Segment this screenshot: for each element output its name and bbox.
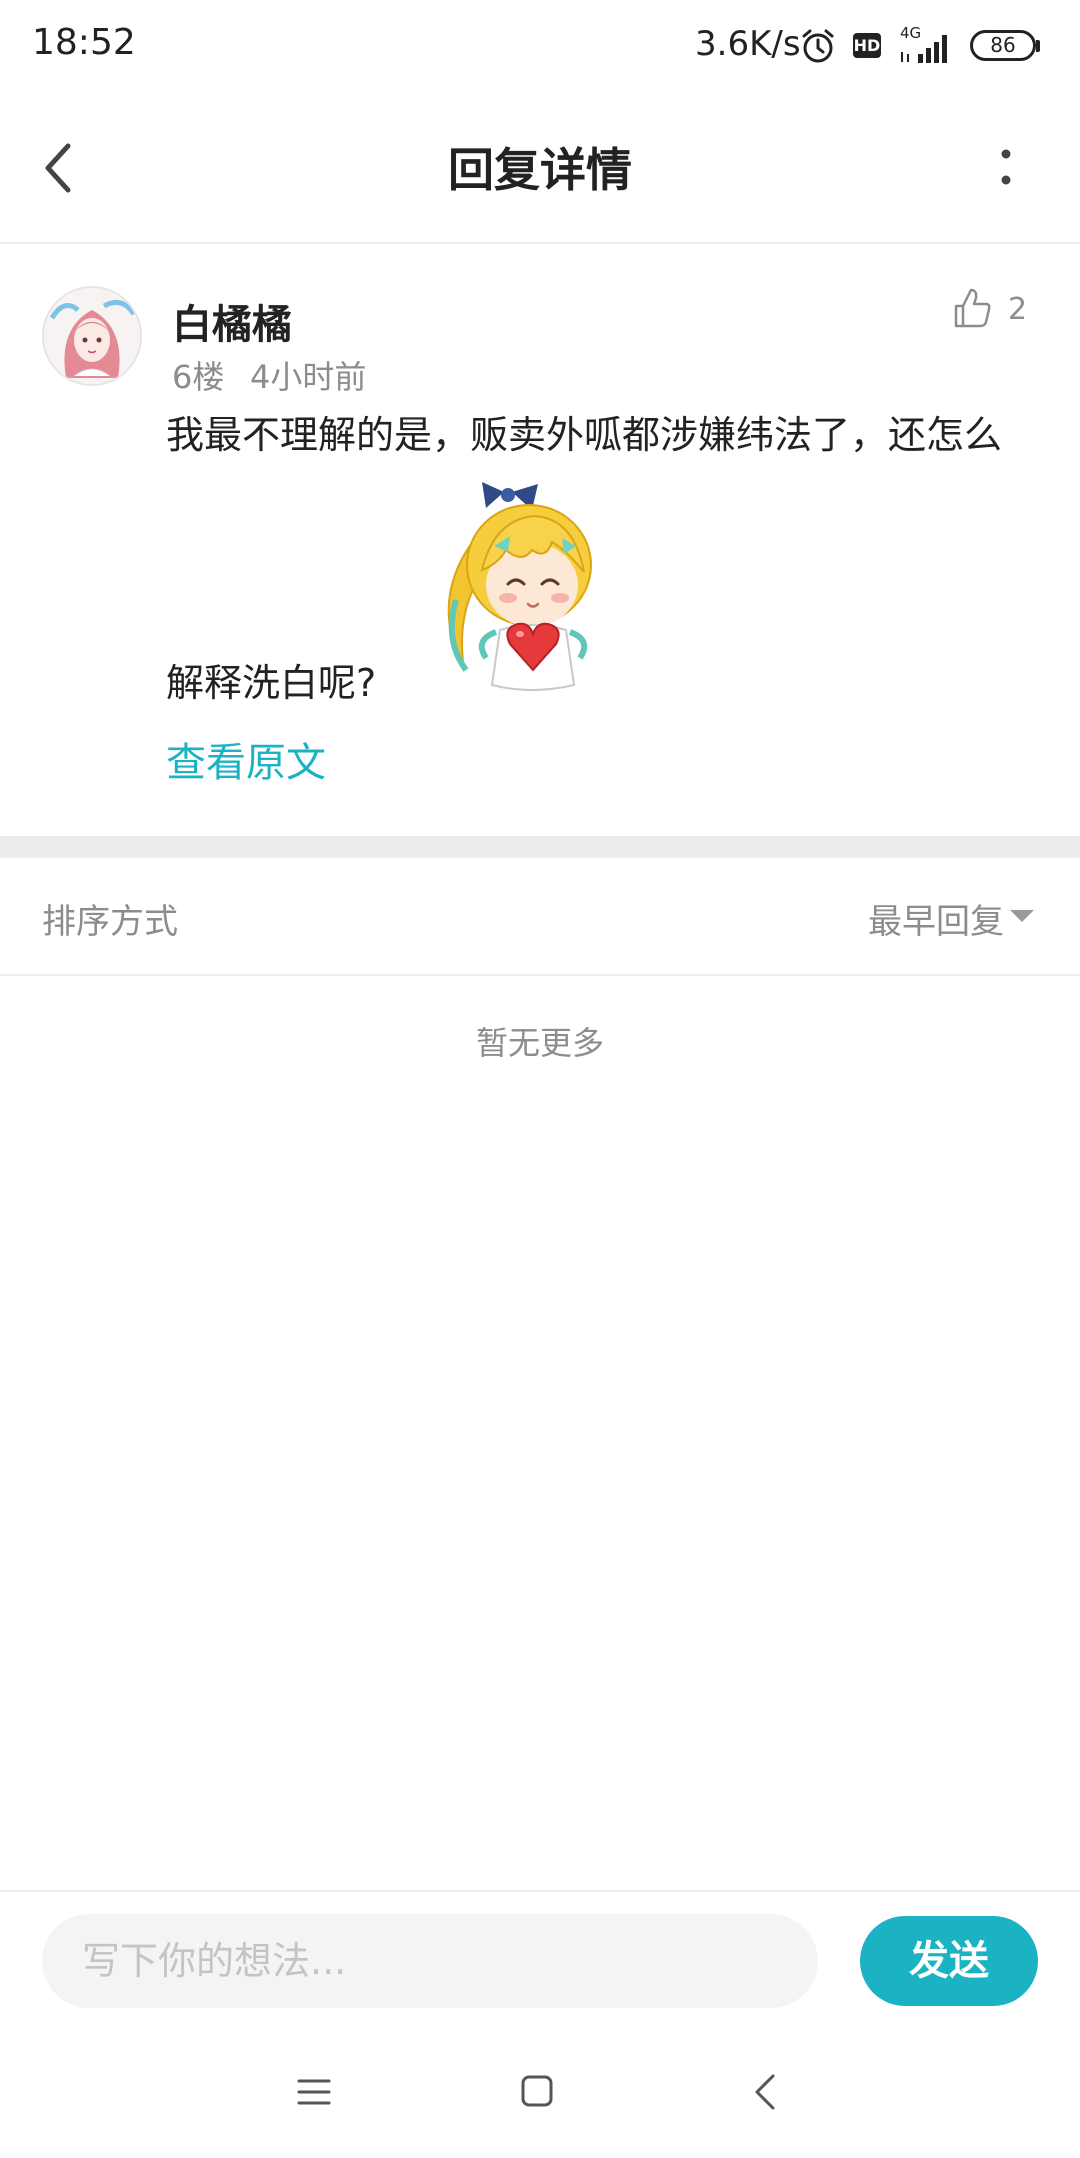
post-text-continued: 解释洗白呢? xyxy=(166,661,377,705)
battery-indicator: 86 xyxy=(970,30,1036,61)
alarm-icon xyxy=(802,29,834,63)
comment-composer: 发送 xyxy=(0,1890,1080,2032)
chevron-down-icon[interactable] xyxy=(1010,910,1034,922)
sort-row: 排序方式 最早回复 xyxy=(0,858,1080,976)
page-title: 回复详情 xyxy=(448,143,632,197)
view-original-link[interactable]: 查看原文 xyxy=(166,730,326,788)
system-nav-bar xyxy=(0,2030,1080,2158)
floor-number: 6楼 xyxy=(172,358,225,396)
signal-icon xyxy=(901,35,947,63)
battery-tip xyxy=(1036,40,1040,52)
network-speed: 3.6K/s xyxy=(695,24,801,64)
status-bar: 18:52 3.6K/s HD 4G 86 xyxy=(0,0,1080,96)
avatar-image xyxy=(44,288,140,384)
sort-dropdown[interactable]: 最早回复 xyxy=(868,894,1004,943)
back-arrow-icon[interactable] xyxy=(40,140,76,196)
top-nav-bar: 回复详情 xyxy=(0,96,1080,244)
system-back-icon[interactable] xyxy=(752,2072,778,2112)
like-count: 2 xyxy=(1008,292,1028,327)
status-time: 18:52 xyxy=(32,22,136,63)
avatar[interactable] xyxy=(42,286,142,386)
send-button[interactable]: 发送 xyxy=(860,1916,1038,2006)
thumbs-up-icon[interactable] xyxy=(952,286,992,330)
home-icon[interactable] xyxy=(520,2074,554,2108)
comment-input[interactable] xyxy=(42,1914,818,2008)
section-divider xyxy=(0,836,1080,858)
username[interactable]: 白橘橘 xyxy=(172,292,292,350)
more-vertical-icon[interactable] xyxy=(996,148,1016,188)
menu-icon[interactable] xyxy=(296,2076,332,2108)
sort-label: 排序方式 xyxy=(42,902,178,942)
heart-sticker-image xyxy=(447,482,592,691)
post-time: 4小时前 xyxy=(250,358,367,396)
post-text: 我最不理解的是，贩卖外呱都涉嫌纬法了，还怎么 xyxy=(166,413,1003,457)
no-more-replies-text: 暂无更多 xyxy=(475,1024,604,1062)
hd-badge: HD xyxy=(853,33,881,58)
